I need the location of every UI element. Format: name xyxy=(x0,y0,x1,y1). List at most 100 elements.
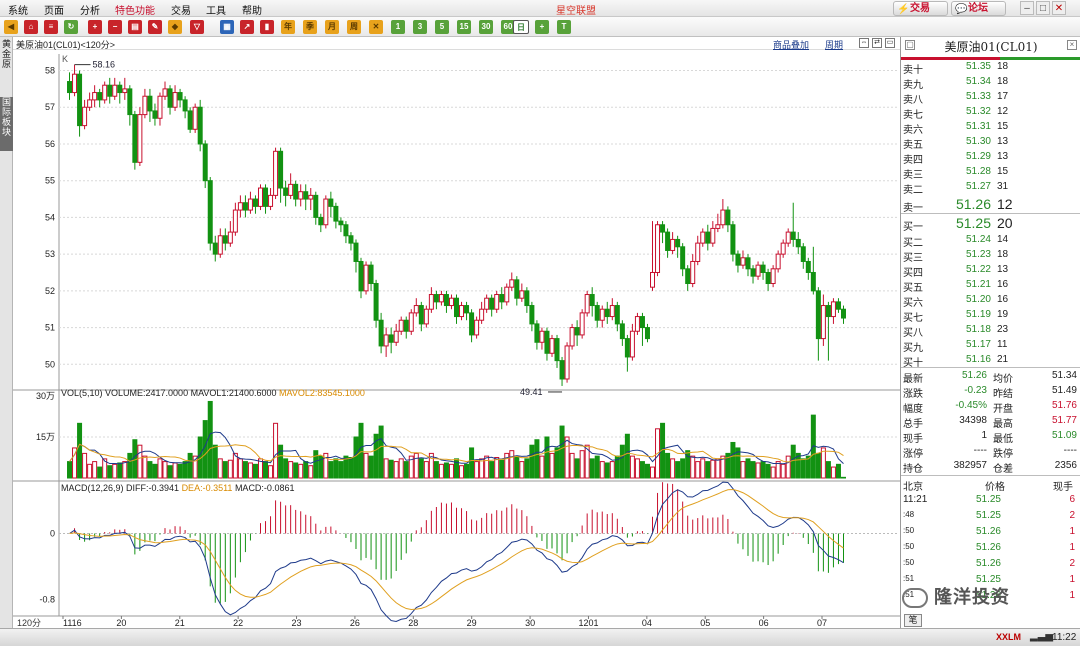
period-year-button[interactable]: 年 xyxy=(281,20,295,34)
bid-row[interactable]: 买七 51.19 19 xyxy=(901,309,1080,324)
menu-tools[interactable]: 工具 xyxy=(206,2,226,17)
ask-row[interactable]: 卖九 51.34 18 xyxy=(901,76,1080,91)
candle-body xyxy=(92,92,98,101)
period-1-button[interactable]: 1 xyxy=(391,20,405,34)
ask-row[interactable]: 卖七 51.32 12 xyxy=(901,106,1080,121)
ask-price: 51.33 xyxy=(965,91,991,102)
candle-body xyxy=(614,305,620,325)
pen-icon[interactable]: ✎ xyxy=(148,20,162,34)
stat-label: 最低 xyxy=(993,434,1013,445)
menu-system[interactable]: 系统 xyxy=(8,2,28,17)
period-3-button[interactable]: 3 xyxy=(413,20,427,34)
ask-row[interactable]: 卖十 51.35 18 xyxy=(901,61,1080,76)
indicator-icon[interactable]: ◆ xyxy=(168,20,182,34)
maximize-icon[interactable]: □ xyxy=(1036,1,1050,15)
close-icon[interactable]: ✕ xyxy=(1052,1,1066,15)
volume-bar xyxy=(433,461,439,479)
period-15-button[interactable]: 15 xyxy=(457,20,471,34)
price-tick-label: 54 xyxy=(45,212,55,222)
candle-body xyxy=(288,183,294,196)
quote-close-icon[interactable]: × xyxy=(1067,40,1077,50)
bid-row[interactable]: 买九 51.17 11 xyxy=(901,339,1080,354)
bid-price: 51.22 xyxy=(965,264,991,275)
minimize-icon[interactable]: – xyxy=(1020,1,1034,15)
zoom-out-icon[interactable]: − xyxy=(108,20,122,34)
period-quarter-button[interactable]: 季 xyxy=(303,20,317,34)
expand-icon[interactable]: ⇔ xyxy=(859,38,869,48)
period-5-button[interactable]: 5 xyxy=(435,20,449,34)
bid-row[interactable]: 买二 51.24 14 xyxy=(901,234,1080,249)
quote-menu-icon[interactable]: ▢ xyxy=(905,40,915,50)
table-icon[interactable]: ▦ xyxy=(220,20,234,34)
period-30-button[interactable]: 30 xyxy=(479,20,493,34)
trade-button[interactable]: ⚡ 交易 xyxy=(893,1,948,16)
tick-vol: 2 xyxy=(1069,510,1075,521)
menu-page[interactable]: 页面 xyxy=(44,2,64,17)
home-icon[interactable]: ⌂ xyxy=(24,20,38,34)
rail-tab-gold[interactable]: 黄金 原 xyxy=(0,39,13,87)
ask-row[interactable]: 卖三 51.28 15 xyxy=(901,166,1080,181)
shrink-icon[interactable]: ⇄ xyxy=(872,38,882,48)
ask-row[interactable]: 卖六 51.31 15 xyxy=(901,121,1080,136)
drawing-icon[interactable]: ▤ xyxy=(128,20,142,34)
refresh-icon[interactable]: ↻ xyxy=(64,20,78,34)
candle-body xyxy=(650,271,656,288)
layout-icon[interactable]: ▭ xyxy=(885,38,895,48)
period-week-button[interactable]: 周 xyxy=(347,20,361,34)
stat-label: 最高 xyxy=(993,419,1013,430)
filter-icon[interactable]: ▽ xyxy=(190,20,204,34)
volume-bar xyxy=(479,458,485,479)
volume-bar xyxy=(338,461,344,479)
bid-row[interactable]: 买六 51.20 16 xyxy=(901,294,1080,309)
ask-level-label: 卖五 xyxy=(903,140,923,151)
volume-bar xyxy=(569,452,575,479)
volume-bar xyxy=(237,458,243,479)
candle-body xyxy=(745,257,751,270)
menu-trade[interactable]: 交易 xyxy=(171,2,191,17)
bid-row[interactable]: 买八 51.18 23 xyxy=(901,324,1080,339)
candle-body xyxy=(775,253,781,270)
quote-list-icon[interactable]: ≡ xyxy=(44,20,58,34)
period-day-button[interactable]: ✕ xyxy=(369,20,383,34)
forum-button[interactable]: 💬 论坛 xyxy=(951,1,1006,16)
period-tick-button[interactable]: T xyxy=(557,20,571,34)
rail-tab-international[interactable]: 国际板块 xyxy=(0,97,13,151)
ask-row[interactable]: 卖四 51.29 13 xyxy=(901,151,1080,166)
volume-bar xyxy=(589,458,595,479)
candle-body xyxy=(720,209,726,226)
tick-tab[interactable]: 笔 xyxy=(904,614,922,627)
chart-line-icon[interactable]: ↗ xyxy=(240,20,254,34)
period-custom-button[interactable]: + xyxy=(535,20,549,34)
back-arrow-icon[interactable]: ◀ xyxy=(4,20,18,34)
candle-body xyxy=(207,180,213,244)
period-selected-button[interactable]: 日 xyxy=(513,20,529,34)
candle-body xyxy=(423,308,429,325)
candle-body xyxy=(780,242,786,255)
bar-chart-icon[interactable]: ▮ xyxy=(260,20,274,34)
bid-row[interactable]: 买一 51.25 20 xyxy=(901,215,1080,234)
bid-row[interactable]: 买五 51.21 16 xyxy=(901,279,1080,294)
bid-row[interactable]: 买三 51.23 18 xyxy=(901,249,1080,264)
ask-row[interactable]: 卖五 51.30 13 xyxy=(901,136,1080,151)
candle-body xyxy=(710,227,716,244)
volume-bar xyxy=(559,425,565,479)
candle-body xyxy=(790,231,796,240)
bid-row[interactable]: 买四 51.22 13 xyxy=(901,264,1080,279)
kline-chart[interactable]: 58 57 56 55 54 53 52 51 50 K 58.16 49.41 VOL(5,10) V… xyxy=(13,50,900,628)
period-month-button[interactable]: 月 xyxy=(325,20,339,34)
stat-value: 34398 xyxy=(959,415,987,426)
menu-analysis[interactable]: 分析 xyxy=(80,2,100,17)
ask-volume: 13 xyxy=(997,151,1009,162)
ask-row[interactable]: 卖二 51.27 31 xyxy=(901,181,1080,196)
volume-bar xyxy=(172,462,178,479)
zoom-in-icon[interactable]: + xyxy=(88,20,102,34)
candle-body xyxy=(408,312,414,332)
stat-label: 涨跌 xyxy=(903,389,923,400)
candle-body xyxy=(805,260,811,273)
candle-body xyxy=(589,294,595,307)
ask-row[interactable]: 卖八 51.33 17 xyxy=(901,91,1080,106)
menu-features[interactable]: 特色功能 xyxy=(115,2,155,17)
volume-bar xyxy=(650,466,656,479)
menu-help[interactable]: 帮助 xyxy=(242,2,262,17)
candle-body xyxy=(619,323,625,340)
